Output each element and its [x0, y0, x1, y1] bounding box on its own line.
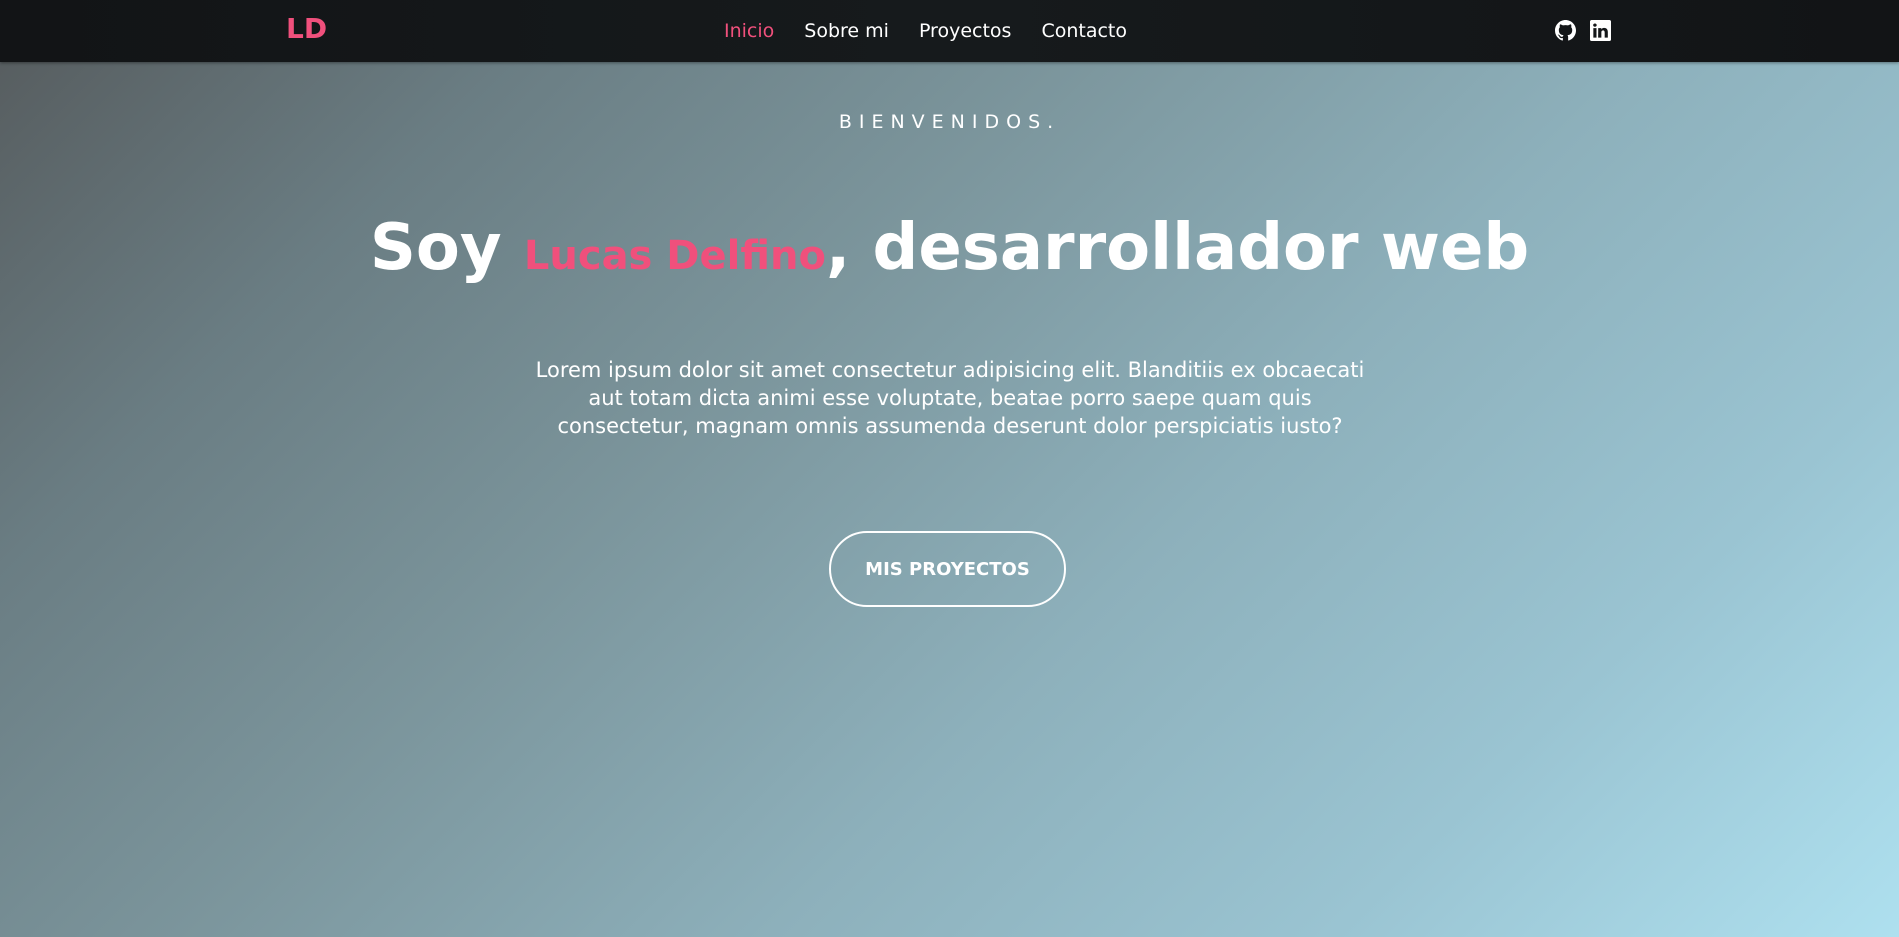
- social-links: [1555, 20, 1611, 41]
- nav-link-contacto[interactable]: Contacto: [1041, 20, 1127, 42]
- nav-link-sobre-mi[interactable]: Sobre mi: [804, 20, 889, 42]
- nav-link-proyectos[interactable]: Proyectos: [919, 20, 1012, 42]
- headline: Soy Lucas Delfino, desarrollador web: [0, 210, 1899, 287]
- greeting: BIENVENIDOS.: [838, 111, 1061, 133]
- mis-proyectos-button[interactable]: MIS PROYECTOS: [829, 531, 1066, 607]
- headline-name: Lucas Delfino: [523, 233, 826, 279]
- linkedin-icon[interactable]: [1590, 20, 1611, 41]
- hero-description: Lorem ipsum dolor sit amet consectetur a…: [535, 358, 1365, 438]
- nav-links: Inicio Sobre mi Proyectos Contacto: [724, 0, 1127, 62]
- headline-suffix: , desarrollador web: [825, 211, 1530, 285]
- nav-link-inicio[interactable]: Inicio: [724, 20, 774, 42]
- navbar: LD Inicio Sobre mi Proyectos Contacto: [0, 0, 1899, 62]
- logo[interactable]: LD: [286, 12, 327, 45]
- headline-prefix: Soy: [369, 211, 524, 285]
- github-icon[interactable]: [1555, 20, 1576, 41]
